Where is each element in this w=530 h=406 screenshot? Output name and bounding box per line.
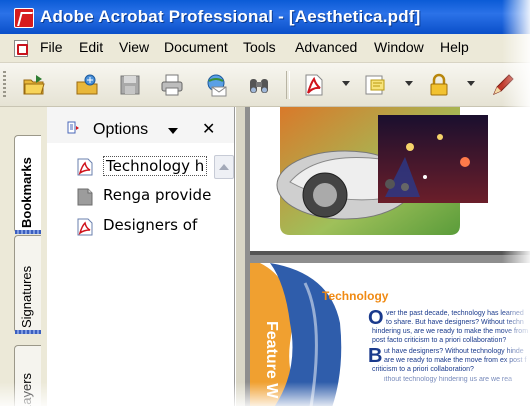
acrobat-app-icon: [14, 8, 34, 28]
toolbar-grip[interactable]: [3, 71, 6, 99]
menu-view[interactable]: View: [119, 39, 149, 55]
menu-edit[interactable]: Edit: [79, 39, 103, 55]
pdf-bookmark-icon: [77, 158, 93, 176]
secure-lock-icon[interactable]: [427, 73, 451, 97]
toolbar-separator: [286, 71, 290, 99]
tab-bookmarks-strip: [15, 230, 41, 234]
tab-bookmarks-label: Bookmarks: [19, 157, 34, 228]
tab-bookmarks[interactable]: Bookmarks: [14, 135, 41, 234]
pdf-page-2: Technology Feature W O ver the past deca…: [250, 263, 530, 406]
bookmark-label: Renga provide: [103, 186, 212, 204]
body-text-line: to share. But have designers? Without te…: [386, 319, 524, 326]
menu-file[interactable]: File: [40, 39, 63, 55]
create-pdf-dropdown-icon[interactable]: [342, 81, 350, 86]
bookmark-label: Designers of: [103, 216, 198, 234]
tab-layers-label: Layers: [19, 372, 34, 406]
body-text-line: post facto criticism to a priori collabo…: [372, 337, 507, 344]
page-bookmark-icon: [77, 188, 93, 206]
bookmark-item[interactable]: Technology h: [77, 155, 237, 179]
menu-window[interactable]: Window: [374, 39, 424, 55]
acrobat-window: Adobe Acrobat Professional - [Aesthetica…: [0, 0, 530, 406]
body-text-line: ithout technology hindering us are we re…: [384, 376, 513, 383]
menu-advanced[interactable]: Advanced: [295, 39, 357, 55]
tab-signatures-label: Signatures: [19, 265, 34, 328]
workspace: Bookmarks Signatures Layers Options ✕ Te…: [0, 107, 530, 406]
organizer-icon[interactable]: [75, 73, 99, 97]
bookmarks-panel-header: Options ✕: [47, 107, 234, 143]
options-dropdown-icon[interactable]: [168, 128, 178, 134]
feature-label: Feature W: [263, 321, 280, 399]
page-heading: Technology: [322, 289, 389, 303]
body-text-line: criticism to a priori collaboration?: [372, 366, 474, 373]
bookmark-item[interactable]: Designers of: [77, 215, 237, 239]
tab-layers[interactable]: Layers: [14, 345, 41, 406]
comment-icon[interactable]: [363, 73, 387, 97]
create-pdf-icon[interactable]: [302, 73, 326, 97]
secure-dropdown-icon[interactable]: [467, 81, 475, 86]
navigation-tabs: Bookmarks Signatures Layers: [0, 107, 46, 406]
body-text-line: hindering us, are we ready to make the m…: [372, 328, 529, 335]
body-text-line: are we ready to make the move from ex po…: [384, 357, 527, 364]
toolbar: [0, 63, 530, 107]
comment-dropdown-icon[interactable]: [405, 81, 413, 86]
bookmark-item[interactable]: Renga provide: [77, 185, 237, 209]
bookmarks-panel: Options ✕ Technology h Renga provide Des…: [47, 107, 235, 406]
close-panel-icon[interactable]: ✕: [202, 119, 215, 138]
search-binoculars-icon[interactable]: [247, 73, 271, 97]
print-icon[interactable]: [160, 73, 184, 97]
pdf-bookmark-icon: [77, 218, 93, 236]
car-photo-image: [250, 107, 530, 253]
tab-signatures[interactable]: Signatures: [14, 235, 41, 334]
body-text-line: ver the past decade, technology has lear…: [386, 310, 524, 317]
pdf-page-1: [250, 107, 530, 255]
menu-tools[interactable]: Tools: [243, 39, 276, 55]
menu-document[interactable]: Document: [164, 39, 228, 55]
bookmark-label: Technology h: [103, 156, 208, 176]
options-button[interactable]: Options: [93, 121, 148, 139]
sign-pen-icon[interactable]: [490, 73, 514, 97]
email-icon[interactable]: [204, 73, 228, 97]
tab-signatures-strip: [15, 330, 41, 334]
panel-scroll-up-button[interactable]: [214, 155, 234, 179]
menu-bar: File Edit View Document Tools Advanced W…: [0, 34, 530, 63]
window-title: Adobe Acrobat Professional - [Aesthetica…: [40, 7, 421, 26]
document-view[interactable]: Technology Feature W O ver the past deca…: [245, 107, 530, 406]
save-icon[interactable]: [118, 73, 142, 97]
options-icon[interactable]: [67, 121, 79, 134]
title-bar[interactable]: Adobe Acrobat Professional - [Aesthetica…: [0, 0, 530, 34]
menu-help[interactable]: Help: [440, 39, 469, 55]
body-text-line: ut have designers? Without technology hi…: [384, 348, 524, 355]
open-folder-icon[interactable]: [22, 73, 46, 97]
document-menu-icon[interactable]: [14, 40, 28, 57]
